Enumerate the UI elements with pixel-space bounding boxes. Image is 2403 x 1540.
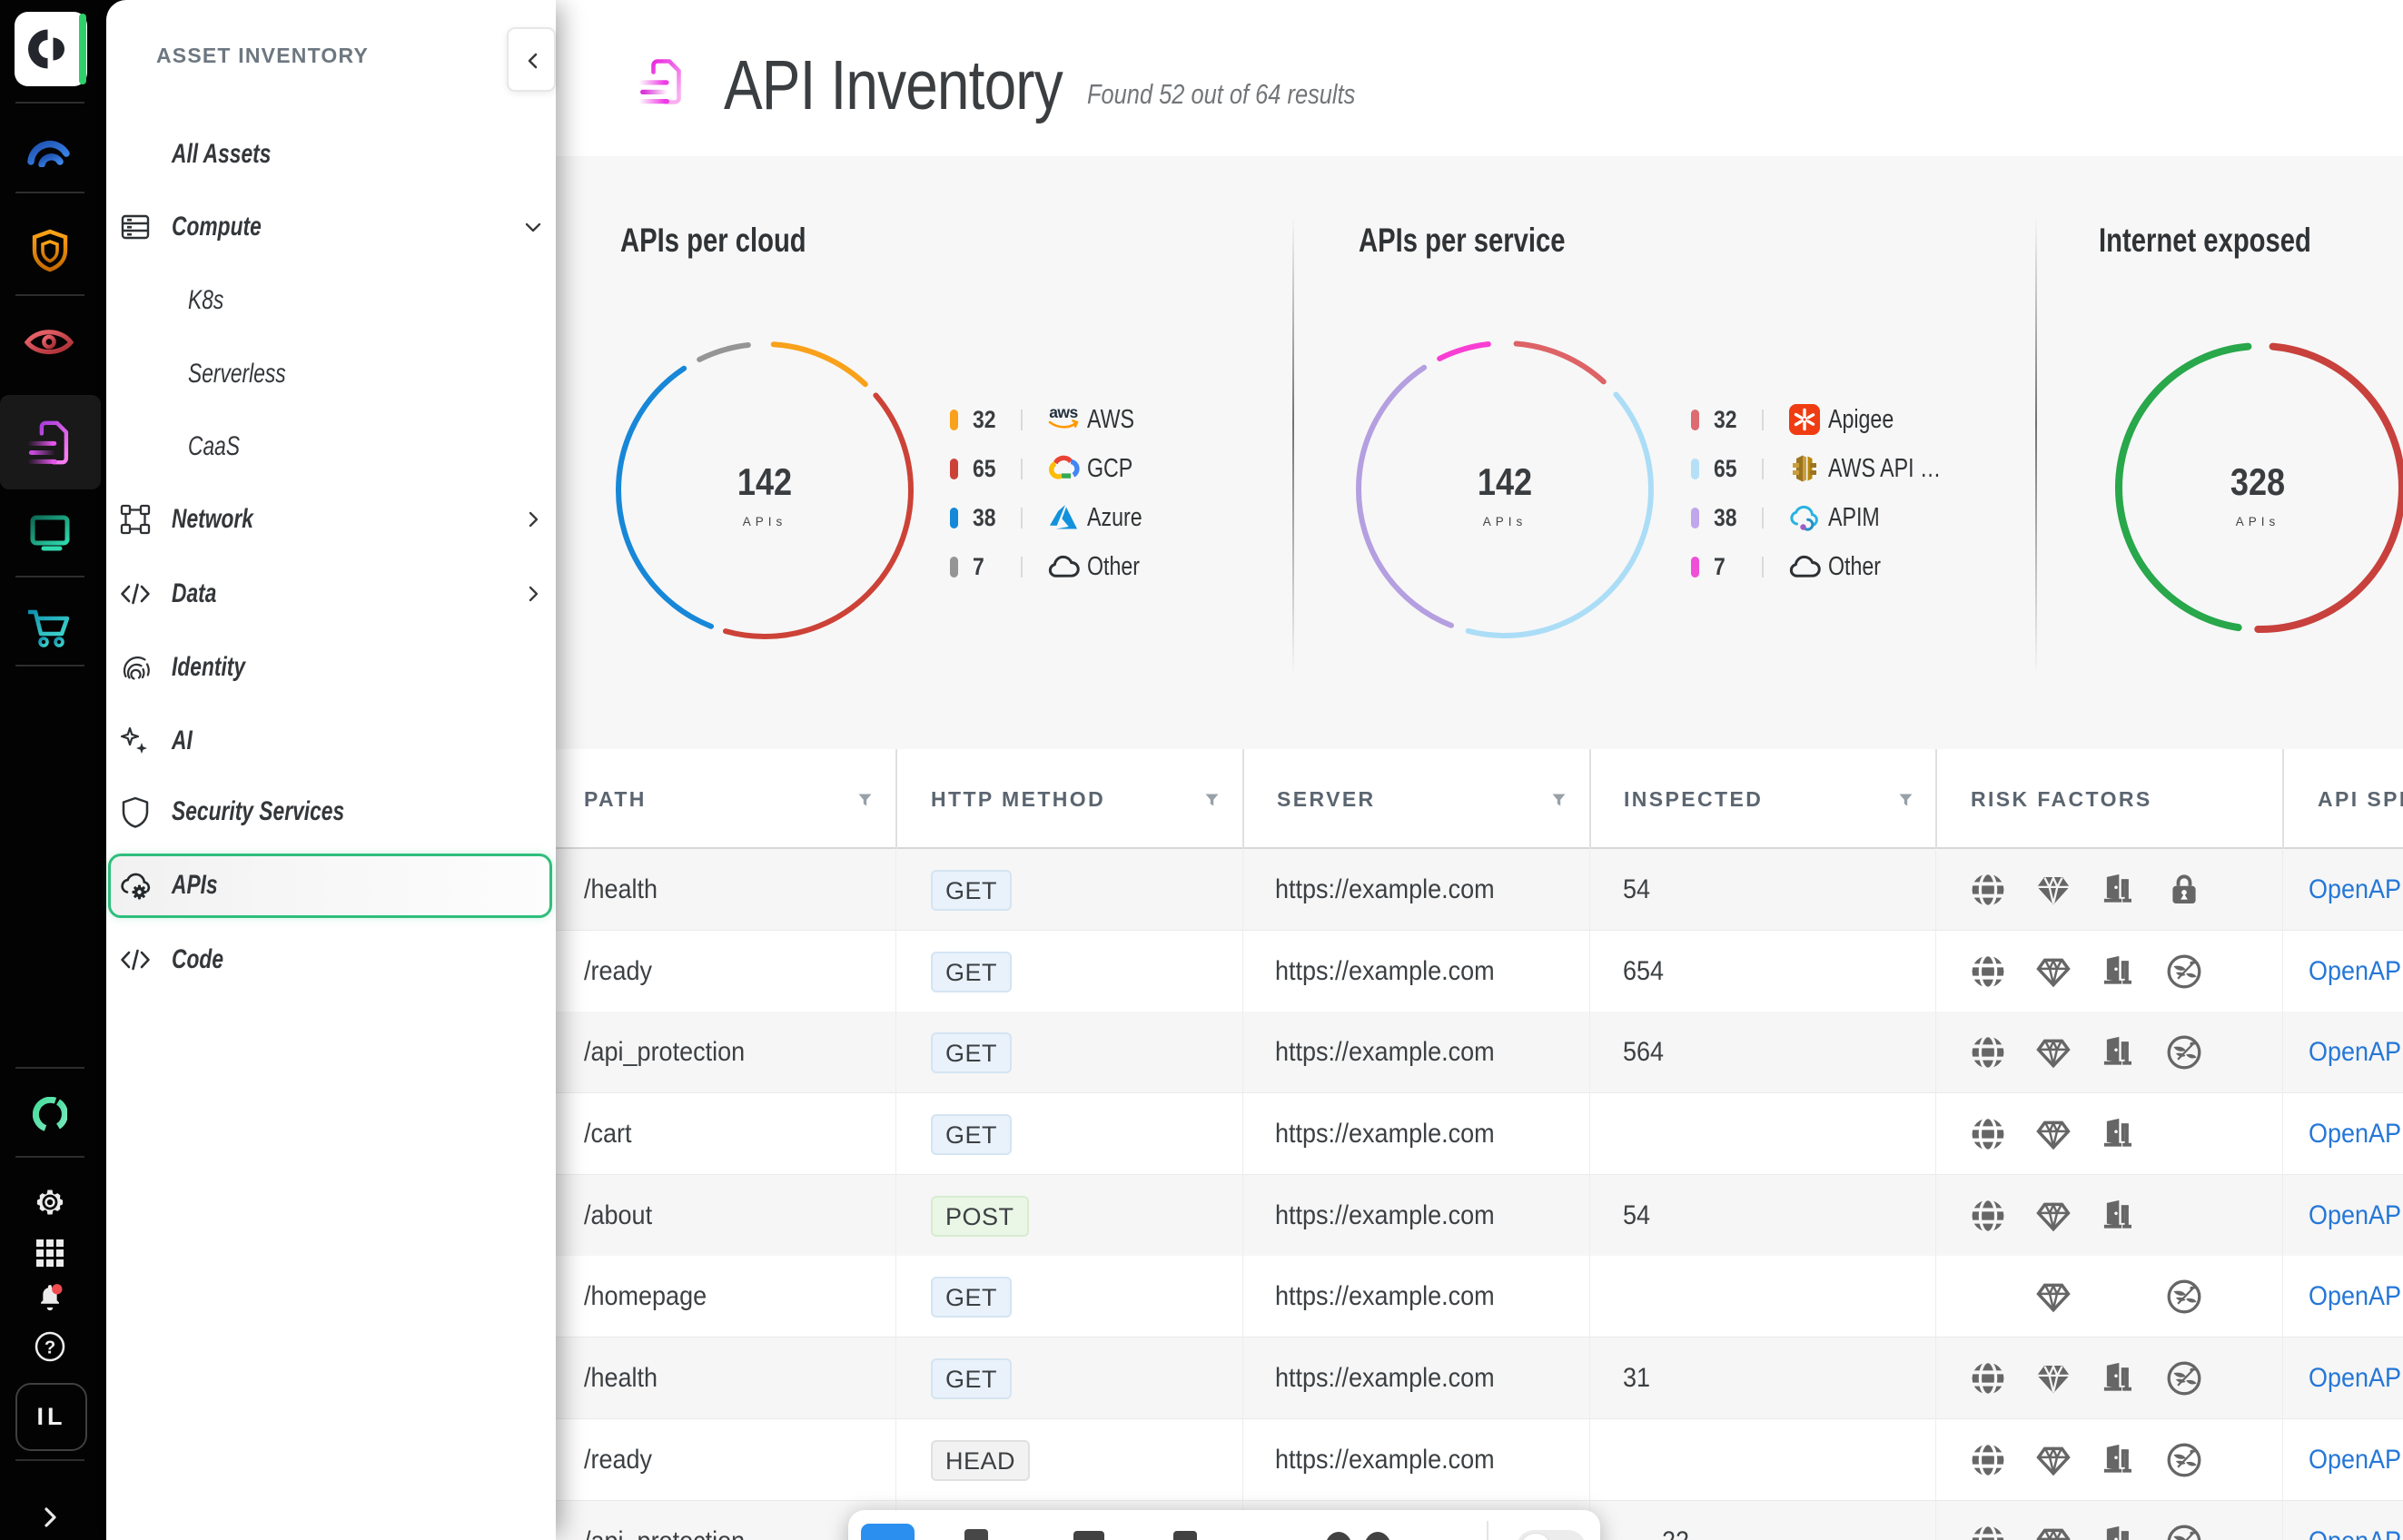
svg-text:aws: aws — [1049, 403, 1078, 421]
svg-text:?: ? — [44, 1338, 55, 1358]
